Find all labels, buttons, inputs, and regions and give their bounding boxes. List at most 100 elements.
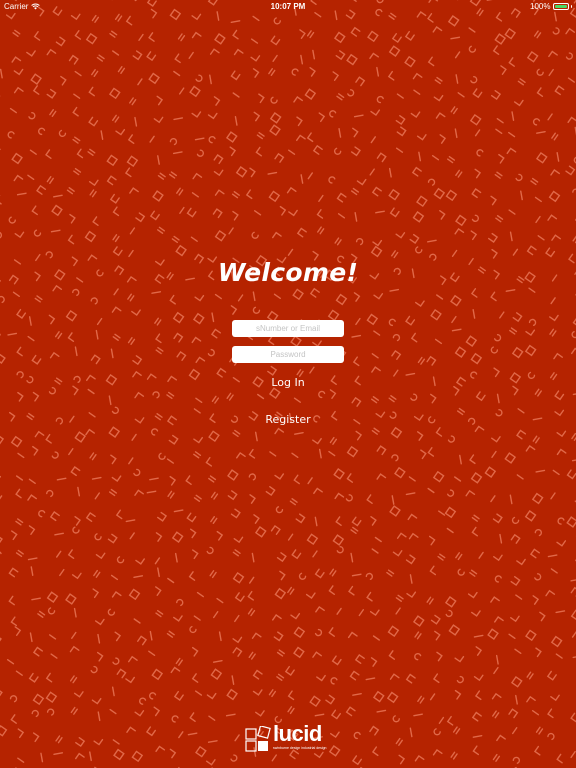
pattern-glyph bbox=[328, 585, 336, 595]
pattern-glyph bbox=[117, 65, 126, 75]
pattern-glyph bbox=[33, 229, 42, 237]
pattern-glyph bbox=[395, 147, 404, 153]
pattern-glyph bbox=[493, 554, 503, 562]
pattern-glyph bbox=[272, 614, 282, 621]
pattern-glyph bbox=[412, 211, 425, 223]
pattern-glyph bbox=[252, 669, 263, 680]
pattern-glyph bbox=[0, 231, 2, 239]
pattern-glyph bbox=[247, 608, 256, 617]
pattern-glyph bbox=[350, 526, 359, 535]
pattern-glyph bbox=[173, 509, 184, 513]
pattern-glyph bbox=[350, 146, 361, 157]
pattern-glyph bbox=[526, 695, 536, 703]
pattern-glyph bbox=[54, 532, 64, 536]
pattern-glyph bbox=[27, 494, 37, 501]
pattern-glyph bbox=[254, 526, 267, 538]
pattern-glyph bbox=[532, 118, 541, 126]
pattern-glyph bbox=[455, 214, 467, 227]
pattern-glyph bbox=[300, 54, 304, 65]
pattern-glyph bbox=[50, 653, 58, 659]
pattern-glyph bbox=[97, 633, 101, 644]
pattern-glyph bbox=[30, 566, 34, 576]
pattern-glyph bbox=[447, 435, 455, 443]
pattern-glyph bbox=[351, 573, 362, 577]
pattern-glyph bbox=[409, 233, 420, 244]
pattern-glyph bbox=[191, 192, 199, 198]
pattern-glyph bbox=[369, 609, 380, 617]
pattern-glyph bbox=[566, 516, 576, 528]
pattern-glyph bbox=[469, 113, 482, 126]
pattern-glyph bbox=[532, 435, 540, 444]
pattern-glyph bbox=[17, 757, 25, 763]
pattern-glyph bbox=[55, 550, 62, 558]
pattern-glyph bbox=[213, 169, 224, 177]
pattern-glyph bbox=[53, 194, 63, 198]
pattern-glyph bbox=[471, 514, 480, 522]
pattern-glyph bbox=[116, 556, 125, 564]
pattern-glyph bbox=[173, 615, 183, 622]
pattern-glyph bbox=[366, 591, 373, 602]
pattern-glyph bbox=[432, 26, 443, 33]
pattern-glyph bbox=[276, 649, 285, 657]
pattern-glyph bbox=[336, 607, 342, 615]
pattern-glyph bbox=[469, 454, 476, 465]
pattern-glyph bbox=[176, 598, 184, 607]
pattern-glyph bbox=[258, 93, 265, 104]
pattern-glyph bbox=[137, 635, 148, 646]
pattern-glyph bbox=[395, 232, 406, 239]
pattern-glyph bbox=[65, 593, 77, 605]
pattern-glyph bbox=[316, 209, 324, 219]
pattern-glyph bbox=[473, 634, 484, 638]
pattern-glyph bbox=[206, 692, 217, 700]
register-button[interactable]: Register bbox=[265, 412, 310, 428]
pattern-glyph bbox=[455, 169, 463, 178]
pattern-glyph bbox=[570, 578, 576, 582]
pattern-glyph bbox=[128, 655, 138, 663]
pattern-glyph bbox=[72, 136, 81, 144]
pattern-glyph bbox=[185, 475, 192, 485]
pattern-glyph bbox=[228, 227, 234, 235]
login-button[interactable]: Log In bbox=[271, 375, 304, 391]
pattern-glyph bbox=[416, 431, 424, 441]
pattern-glyph bbox=[471, 188, 482, 199]
pattern-glyph bbox=[455, 74, 459, 84]
pattern-glyph bbox=[233, 48, 244, 56]
pattern-glyph bbox=[535, 215, 541, 224]
pattern-glyph bbox=[427, 13, 434, 23]
pattern-glyph bbox=[128, 457, 134, 465]
pattern-glyph bbox=[27, 174, 35, 181]
pattern-glyph bbox=[328, 627, 335, 637]
pattern-glyph bbox=[496, 117, 504, 124]
pattern-glyph bbox=[46, 708, 55, 716]
pattern-glyph bbox=[390, 426, 403, 439]
email-field[interactable] bbox=[232, 320, 344, 337]
password-field[interactable] bbox=[232, 346, 344, 363]
pattern-glyph bbox=[288, 209, 298, 217]
pattern-glyph bbox=[230, 754, 238, 762]
pattern-glyph bbox=[346, 445, 359, 458]
pattern-glyph bbox=[134, 116, 138, 127]
pattern-glyph bbox=[494, 616, 504, 623]
pattern-glyph bbox=[109, 193, 120, 204]
pattern-glyph bbox=[30, 73, 42, 85]
pattern-glyph bbox=[108, 87, 121, 100]
pattern-glyph bbox=[45, 691, 58, 704]
pattern-glyph bbox=[556, 540, 567, 547]
pattern-glyph bbox=[376, 445, 387, 456]
pattern-glyph bbox=[395, 737, 403, 746]
pattern-glyph bbox=[107, 533, 118, 544]
pattern-glyph bbox=[387, 70, 395, 81]
pattern-glyph bbox=[234, 592, 245, 603]
pattern-glyph bbox=[416, 134, 427, 141]
pattern-glyph bbox=[455, 552, 463, 561]
pattern-glyph bbox=[396, 126, 407, 137]
pattern-glyph bbox=[148, 650, 156, 657]
pattern-glyph bbox=[93, 569, 101, 578]
pattern-glyph bbox=[46, 175, 54, 185]
pattern-glyph bbox=[350, 26, 361, 37]
pattern-glyph bbox=[276, 673, 285, 681]
pattern-glyph bbox=[32, 85, 40, 95]
pattern-glyph bbox=[335, 516, 342, 526]
pattern-glyph bbox=[336, 546, 344, 554]
pattern-glyph bbox=[95, 552, 106, 560]
